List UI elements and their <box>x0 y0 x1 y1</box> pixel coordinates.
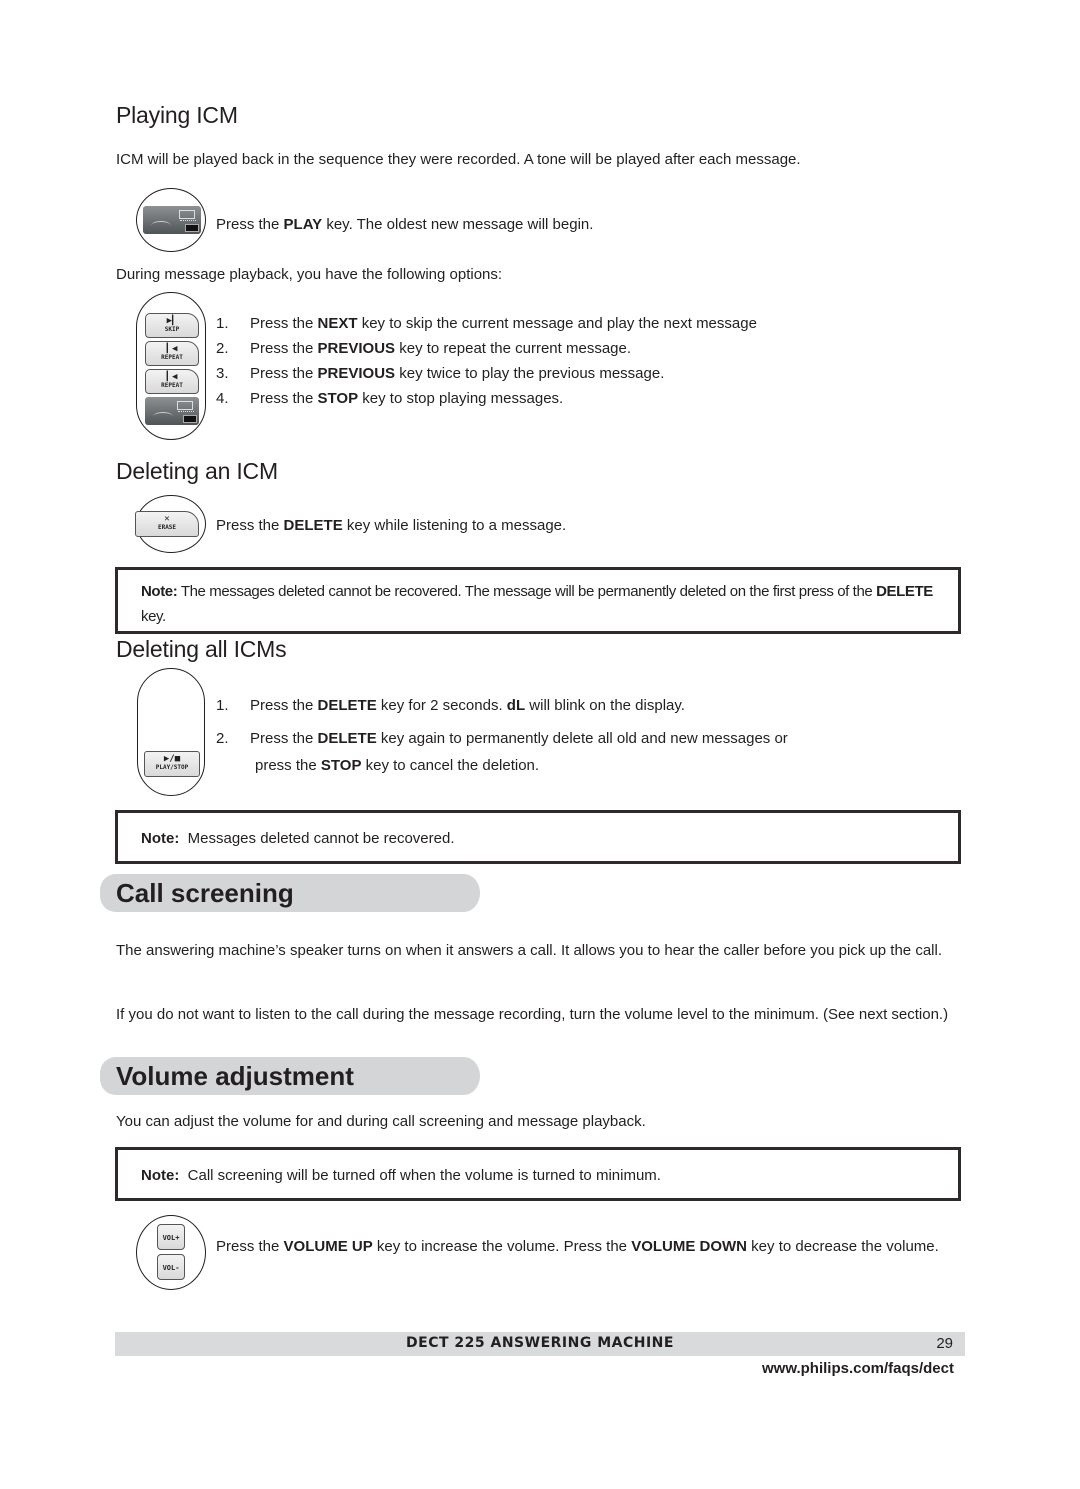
note-box-delete-all: Note: Messages deleted cannot be recover… <box>115 810 961 864</box>
volume-down-key-icon: VOL- <box>157 1254 185 1280</box>
repeat-key-icon: ▎◀ REPEAT <box>145 341 199 366</box>
heading-deleting-icm: Deleting an ICM <box>116 458 278 484</box>
skip-key-icon: ▶▎ SKIP <box>145 313 199 338</box>
play-step: Press the PLAY key. The oldest new messa… <box>216 216 594 233</box>
options-intro: During message playback, you have the fo… <box>116 266 503 283</box>
playback-keys-illustration: ▶▎ SKIP ▎◀ REPEAT ▎◀ REPEAT <box>136 292 206 440</box>
play-stop-key-icon: ▶/■ PLAY/STOP <box>144 751 200 777</box>
delete-all-step: 1. Press the DELETE key for 2 seconds. d… <box>216 697 685 714</box>
page-number: 29 <box>936 1335 953 1352</box>
call-screening-paragraph: If you do not want to listen to the call… <box>116 1006 949 1023</box>
footer-url[interactable]: www.philips.com/faqs/dect <box>762 1360 954 1377</box>
call-screening-paragraph: The answering machine’s speaker turns on… <box>116 942 942 959</box>
footer-title: DECT 225 ANSWERING MACHINE <box>406 1335 674 1351</box>
option-item: 1. Press the NEXT key to skip the curren… <box>216 315 757 332</box>
note-box-delete: Note: The messages deleted cannot be rec… <box>115 567 961 634</box>
erase-key-icon: ✕ ERASE <box>135 511 199 537</box>
base-station-icon <box>143 206 201 234</box>
repeat-key-icon: ▎◀ REPEAT <box>145 369 199 394</box>
volume-up-key-icon: VOL+ <box>157 1224 185 1250</box>
play-stop-key-illustration: ▶/■ PLAY/STOP <box>137 668 205 796</box>
delete-all-step: 2. Press the DELETE key again to permane… <box>216 730 788 747</box>
section-band-call-screening: Call screening <box>100 874 480 912</box>
volume-step: Press the VOLUME UP key to increase the … <box>216 1238 939 1255</box>
play-key-illustration <box>136 188 206 252</box>
delete-step: Press the DELETE key while listening to … <box>216 517 567 534</box>
note-text: Note: The messages deleted cannot be rec… <box>141 583 933 625</box>
base-station-icon <box>145 397 199 425</box>
option-item: 2. Press the PREVIOUS key to repeat the … <box>216 340 632 357</box>
section-title: Volume adjustment <box>116 1061 354 1091</box>
section-band-volume-adjustment: Volume adjustment <box>100 1057 480 1095</box>
volume-keys-illustration: VOL+ VOL- <box>136 1215 206 1290</box>
erase-key-illustration: ✕ ERASE <box>135 495 206 553</box>
option-item: 4. Press the STOP key to stop playing me… <box>216 390 564 407</box>
heading-deleting-all: Deleting all ICMs <box>116 636 287 662</box>
heading-playing-icm: Playing ICM <box>116 102 238 128</box>
volume-intro: You can adjust the volume for and during… <box>116 1113 646 1130</box>
footer-band: DECT 225 ANSWERING MACHINE 29 <box>115 1332 965 1356</box>
delete-all-continuation: press the STOP key to cancel the deletio… <box>255 757 540 774</box>
playing-icm-intro: ICM will be played back in the sequence … <box>116 151 801 168</box>
section-title: Call screening <box>116 878 294 908</box>
option-item: 3. Press the PREVIOUS key twice to play … <box>216 365 665 382</box>
note-box-volume: Note: Call screening will be turned off … <box>115 1147 961 1201</box>
note-text: Note: Messages deleted cannot be recover… <box>141 830 455 847</box>
note-text: Note: Call screening will be turned off … <box>141 1167 661 1184</box>
